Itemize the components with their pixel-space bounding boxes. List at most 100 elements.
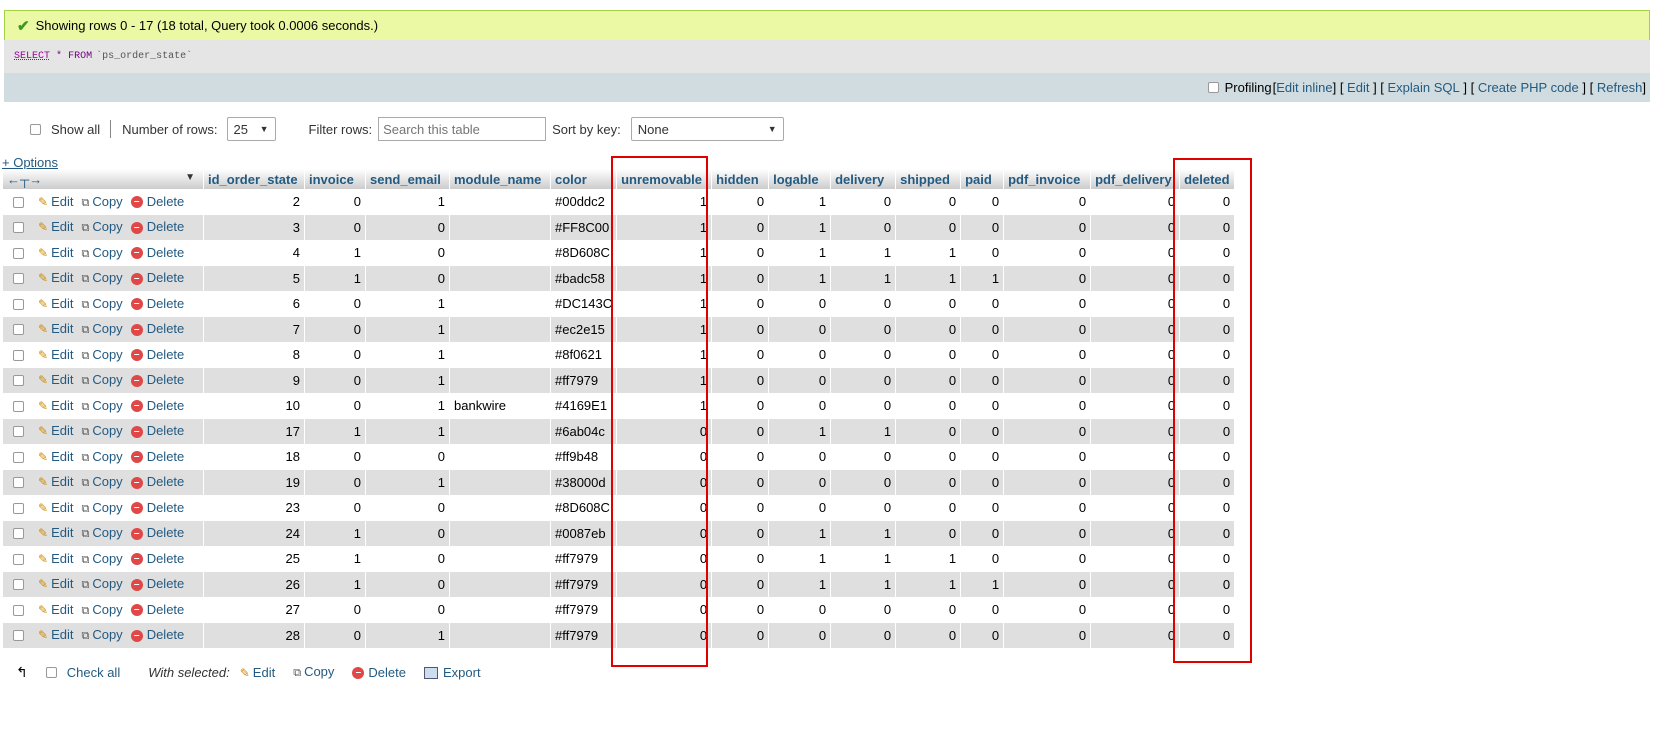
row-delete-button[interactable]: – Delete	[130, 627, 184, 642]
cell-delivery[interactable]: 0	[830, 316, 896, 342]
cell-color[interactable]: #8D608C	[549, 495, 617, 521]
cell-deleted[interactable]: 0	[1179, 444, 1235, 470]
column-visibility-dropdown-icon[interactable]: ▼	[185, 172, 195, 183]
cell-delivery[interactable]: 1	[830, 418, 896, 444]
cell-deleted[interactable]: 0	[1179, 189, 1235, 215]
cell-color[interactable]: #ff7979	[549, 546, 617, 572]
row-delete-button[interactable]: – Delete	[130, 219, 184, 234]
row-copy-button[interactable]: ⧉ Copy	[81, 627, 122, 642]
column-arrows-icon[interactable]: ←┬→	[7, 172, 42, 187]
row-checkbox[interactable]	[13, 604, 24, 616]
cell-delivery[interactable]: 1	[830, 520, 896, 546]
cell-pdf_delivery[interactable]: 0	[1090, 367, 1180, 393]
cell-hidden[interactable]: 0	[711, 393, 769, 419]
cell-module_name[interactable]: bankwire	[449, 393, 551, 419]
cell-unremovable[interactable]: 1	[616, 342, 712, 368]
cell-paid[interactable]: 0	[960, 214, 1004, 240]
cell-pdf_delivery[interactable]: 0	[1090, 622, 1180, 648]
row-edit-button[interactable]: ✎ Edit	[38, 423, 73, 438]
row-delete-button[interactable]: – Delete	[130, 296, 184, 311]
cell-unremovable[interactable]: 1	[616, 265, 712, 291]
col-header-deleted[interactable]: deleted	[1179, 169, 1235, 189]
cell-pdf_delivery[interactable]: 0	[1090, 240, 1180, 266]
check-all-link[interactable]: Check all	[67, 665, 120, 680]
cell-id_order_state[interactable]: 28	[203, 622, 305, 648]
cell-id_order_state[interactable]: 6	[203, 291, 305, 317]
cell-deleted[interactable]: 0	[1179, 571, 1235, 597]
cell-pdf_invoice[interactable]: 0	[1003, 189, 1091, 215]
cell-color[interactable]: #ff7979	[549, 622, 617, 648]
cell-paid[interactable]: 0	[960, 444, 1004, 470]
row-checkbox[interactable]	[13, 222, 24, 234]
cell-id_order_state[interactable]: 17	[203, 418, 305, 444]
cell-send_email[interactable]: 1	[365, 469, 450, 495]
row-checkbox[interactable]	[13, 196, 24, 208]
cell-deleted[interactable]: 0	[1179, 495, 1235, 521]
cell-unremovable[interactable]: 1	[616, 367, 712, 393]
cell-delivery[interactable]: 0	[830, 367, 896, 393]
row-checkbox[interactable]	[13, 247, 24, 259]
cell-send_email[interactable]: 0	[365, 495, 450, 521]
cell-delivery[interactable]: 0	[830, 291, 896, 317]
cell-color[interactable]: #0087eb	[549, 520, 617, 546]
col-header-logable[interactable]: logable	[768, 169, 831, 189]
cell-deleted[interactable]: 0	[1179, 214, 1235, 240]
cell-pdf_invoice[interactable]: 0	[1003, 240, 1091, 266]
cell-shipped[interactable]: 1	[895, 265, 961, 291]
cell-shipped[interactable]: 0	[895, 342, 961, 368]
row-edit-button[interactable]: ✎ Edit	[38, 296, 73, 311]
row-delete-button[interactable]: – Delete	[130, 449, 184, 464]
cell-send_email[interactable]: 1	[365, 393, 450, 419]
cell-deleted[interactable]: 0	[1179, 367, 1235, 393]
bulk-edit-button[interactable]: ✎ Edit	[240, 665, 275, 680]
cell-unremovable[interactable]: 0	[616, 520, 712, 546]
cell-paid[interactable]: 0	[960, 240, 1004, 266]
cell-color[interactable]: #6ab04c	[549, 418, 617, 444]
cell-logable[interactable]: 1	[768, 265, 831, 291]
row-copy-button[interactable]: ⧉ Copy	[81, 449, 122, 464]
cell-pdf_delivery[interactable]: 0	[1090, 342, 1180, 368]
cell-shipped[interactable]: 0	[895, 316, 961, 342]
cell-invoice[interactable]: 0	[304, 622, 366, 648]
row-delete-button[interactable]: – Delete	[130, 347, 184, 362]
cell-send_email[interactable]: 0	[365, 265, 450, 291]
cell-module_name[interactable]	[449, 265, 551, 291]
row-checkbox[interactable]	[13, 553, 24, 565]
cell-pdf_invoice[interactable]: 0	[1003, 444, 1091, 470]
cell-pdf_delivery[interactable]: 0	[1090, 469, 1180, 495]
cell-hidden[interactable]: 0	[711, 240, 769, 266]
cell-invoice[interactable]: 1	[304, 546, 366, 572]
cell-module_name[interactable]	[449, 291, 551, 317]
cell-paid[interactable]: 0	[960, 495, 1004, 521]
cell-pdf_delivery[interactable]: 0	[1090, 520, 1180, 546]
row-edit-button[interactable]: ✎ Edit	[38, 525, 73, 540]
cell-pdf_delivery[interactable]: 0	[1090, 265, 1180, 291]
row-edit-button[interactable]: ✎ Edit	[38, 347, 73, 362]
cell-send_email[interactable]: 1	[365, 622, 450, 648]
row-copy-button[interactable]: ⧉ Copy	[81, 423, 122, 438]
cell-delivery[interactable]: 0	[830, 214, 896, 240]
cell-paid[interactable]: 1	[960, 571, 1004, 597]
cell-hidden[interactable]: 0	[711, 520, 769, 546]
row-delete-button[interactable]: – Delete	[130, 372, 184, 387]
cell-delivery[interactable]: 0	[830, 597, 896, 623]
cell-id_order_state[interactable]: 10	[203, 393, 305, 419]
row-checkbox[interactable]	[13, 298, 24, 310]
bulk-delete-button[interactable]: – Delete	[352, 665, 406, 680]
cell-logable[interactable]: 0	[768, 444, 831, 470]
cell-logable[interactable]: 1	[768, 214, 831, 240]
row-delete-button[interactable]: – Delete	[130, 321, 184, 336]
cell-pdf_invoice[interactable]: 0	[1003, 367, 1091, 393]
cell-logable[interactable]: 1	[768, 546, 831, 572]
cell-paid[interactable]: 0	[960, 189, 1004, 215]
col-header-pdf_invoice[interactable]: pdf_invoice	[1003, 169, 1091, 189]
row-edit-button[interactable]: ✎ Edit	[38, 576, 73, 591]
cell-send_email[interactable]: 1	[365, 367, 450, 393]
cell-paid[interactable]: 1	[960, 265, 1004, 291]
cell-pdf_delivery[interactable]: 0	[1090, 316, 1180, 342]
cell-deleted[interactable]: 0	[1179, 418, 1235, 444]
row-delete-button[interactable]: – Delete	[130, 500, 184, 515]
cell-paid[interactable]: 0	[960, 597, 1004, 623]
cell-deleted[interactable]: 0	[1179, 393, 1235, 419]
cell-hidden[interactable]: 0	[711, 495, 769, 521]
